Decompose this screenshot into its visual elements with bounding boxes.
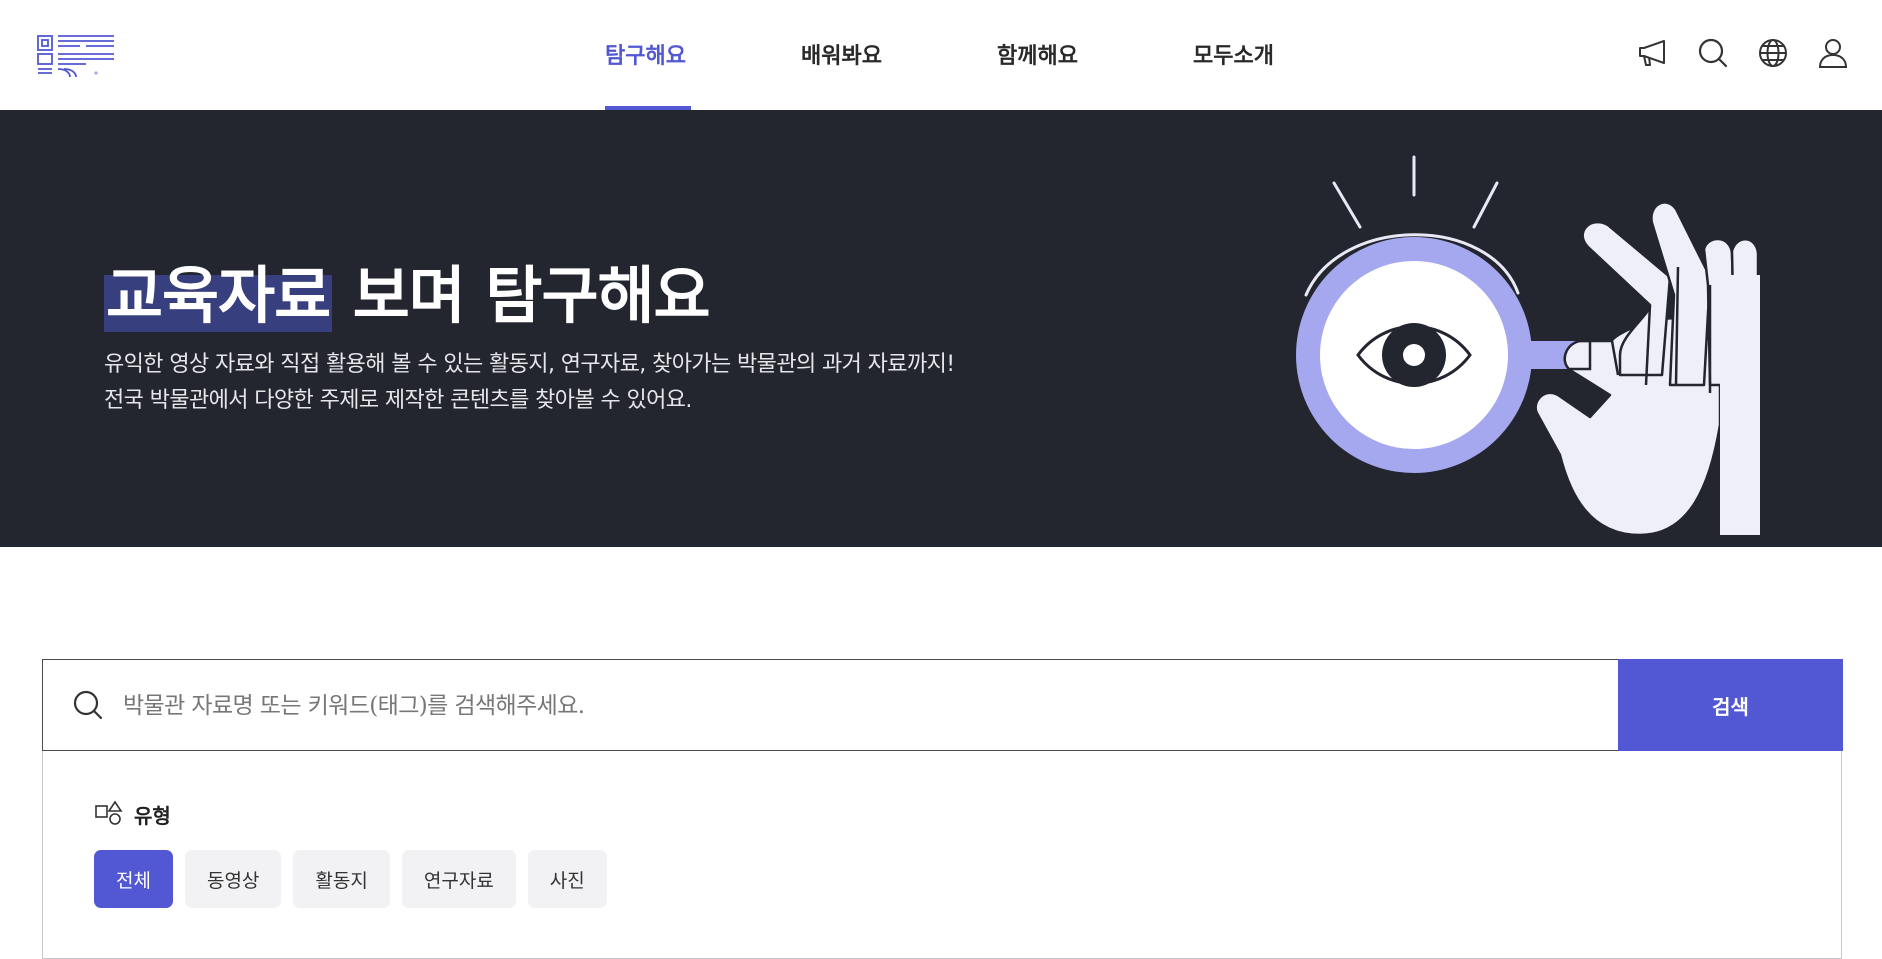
nav-item-about[interactable]: 모두소개 <box>1193 38 1274 70</box>
nav-item-explore[interactable]: 탐구해요 <box>605 38 686 70</box>
type-filter-chips: 전체 동영상 활동지 연구자료 사진 <box>94 850 607 908</box>
filter-chip-video[interactable]: 동영상 <box>184 850 282 908</box>
search-icon <box>73 690 103 720</box>
magnifier-hand-illustration <box>1296 155 1760 537</box>
filter-chip-research[interactable]: 연구자료 <box>401 850 516 908</box>
nav-item-together[interactable]: 함께해요 <box>997 38 1078 70</box>
hero-title: 교육자료 보며 탐구해요 <box>104 245 711 335</box>
search-input[interactable] <box>121 660 1525 752</box>
filter-chip-photo[interactable]: 사진 <box>527 850 607 908</box>
type-filter-label: 유형 <box>94 800 171 828</box>
main-nav: 탐구해요 배워봐요 함께해요 모두소개 <box>0 0 1882 110</box>
hero-desc-line-1: 유익한 영상 자료와 직접 활용해 볼 수 있는 활동지, 연구자료, 찾아가는… <box>104 352 955 377</box>
hero-banner: 교육자료 보며 탐구해요 유익한 영상 자료와 직접 활용해 볼 수 있는 활동… <box>0 110 1882 547</box>
shapes-icon <box>95 800 123 825</box>
hero-title-highlight: 교육자료 <box>104 259 333 332</box>
user-icon[interactable] <box>1816 36 1850 70</box>
search-bar: 검색 <box>42 659 1843 752</box>
nav-item-learn[interactable]: 배워봐요 <box>801 38 882 70</box>
search-button[interactable]: 검색 <box>1618 659 1843 751</box>
hero-title-rest: 보며 탐구해요 <box>332 259 711 332</box>
filter-chip-worksheet[interactable]: 활동지 <box>293 850 390 908</box>
search-icon[interactable] <box>1696 36 1730 70</box>
globe-icon[interactable] <box>1756 36 1790 70</box>
hero-desc-line-2: 전국 박물관에서 다양한 주제로 제작한 콘텐츠를 찾아볼 수 있어요. <box>104 388 692 413</box>
type-filter-title: 유형 <box>134 803 171 828</box>
site-header: 탐구해요 배워봐요 함께해요 모두소개 <box>0 0 1882 110</box>
hero-description: 유익한 영상 자료와 직접 활용해 볼 수 있는 활동지, 연구자료, 찾아가는… <box>104 347 955 419</box>
megaphone-icon[interactable] <box>1636 36 1670 70</box>
filter-chip-all[interactable]: 전체 <box>94 850 173 908</box>
